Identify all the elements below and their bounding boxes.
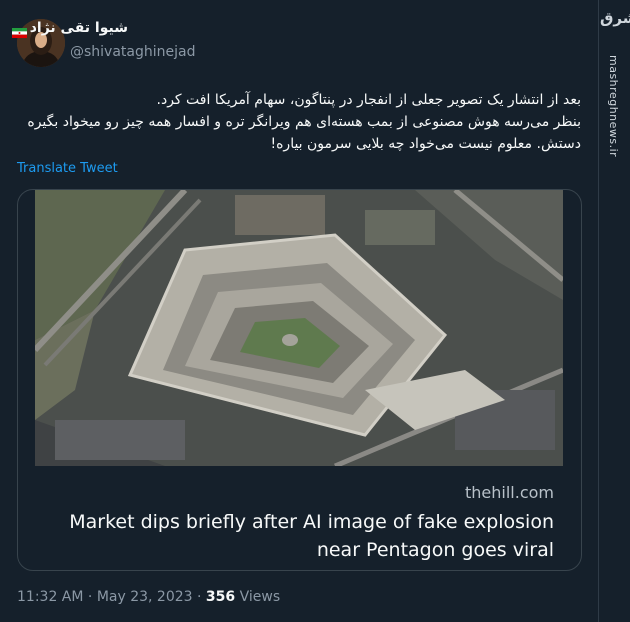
iran-flag-icon: [11, 23, 27, 38]
card-headline-line: Market dips briefly after AI image of fa…: [69, 511, 554, 533]
tweet-date[interactable]: May 23, 2023: [97, 589, 193, 605]
watermark-url: mashreghnews.ir: [607, 55, 620, 158]
translate-tweet-link[interactable]: Translate Tweet: [17, 161, 118, 176]
tweet-text-line: بنظر می‌رسه هوش مصنوعی از بمب هسته‌ای هم…: [27, 114, 581, 130]
tweet-text-line: دستش. معلوم نیست می‌خواد چه بلایی سرمون …: [270, 136, 581, 152]
link-card[interactable]: thehill.com Market dips briefly after AI…: [17, 189, 582, 571]
separator-dot: ·: [197, 589, 202, 605]
tweet-metadata: 11:32 AM · May 23, 2023 · 356 Views: [17, 589, 280, 605]
card-headline[interactable]: Market dips briefly after AI image of fa…: [34, 508, 554, 564]
user-handle[interactable]: @shivataghinejad: [70, 44, 195, 60]
pentagon-aerial-image[interactable]: [35, 190, 563, 466]
display-name[interactable]: شیوا تقی نژاد: [30, 20, 128, 36]
mashregh-logo: مشرق: [600, 9, 630, 27]
views-label: Views: [239, 589, 281, 605]
tweet[interactable]: شیوا تقی نژاد @shivataghinejad بعد از ان…: [0, 0, 598, 622]
display-name-row[interactable]: شیوا تقی نژاد: [11, 20, 128, 38]
separator-dot: ·: [87, 589, 93, 605]
tweet-text-line: بعد از انتشار یک تصویر جعلی از انفجار در…: [156, 92, 581, 108]
views-count: 356: [205, 589, 236, 605]
card-headline-line: near Pentagon goes viral: [316, 539, 554, 561]
card-domain: thehill.com: [465, 483, 554, 502]
tweet-text: بعد از انتشار یک تصویر جعلی از انفجار در…: [21, 89, 581, 155]
tweet-time[interactable]: 11:32 AM: [17, 589, 83, 605]
